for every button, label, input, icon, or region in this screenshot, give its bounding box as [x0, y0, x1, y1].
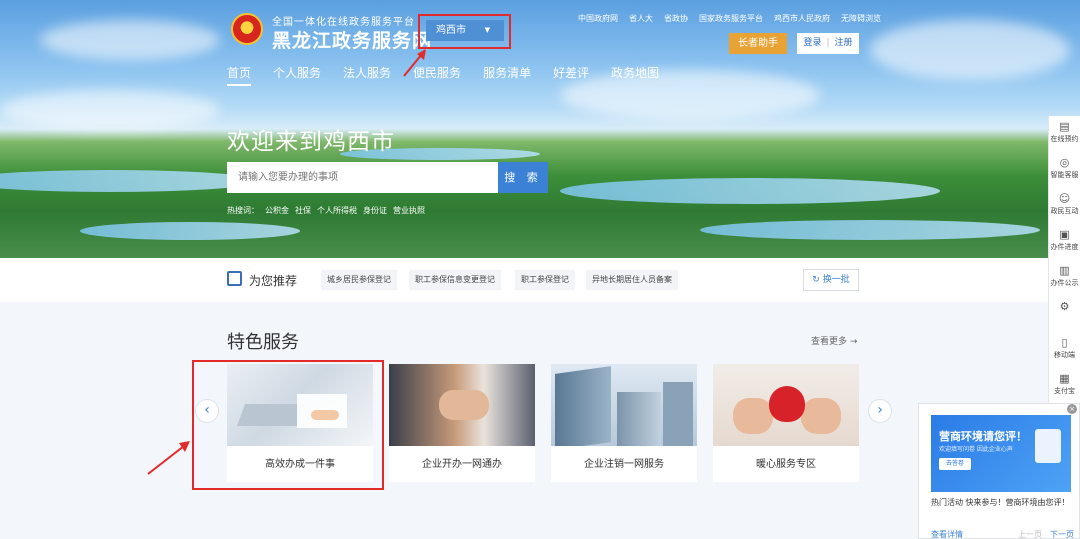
clipboard-icon	[1035, 429, 1061, 463]
top-links: 中国政府网 省人大 省政协 国家政务服务平台 鸡西市人民政府 无障碍浏览	[578, 13, 892, 24]
river	[560, 178, 940, 204]
river	[0, 170, 260, 192]
hot-word[interactable]: 营业执照	[393, 206, 425, 215]
nav-item-home[interactable]: 首页	[227, 66, 252, 86]
search-doc-icon: ▣	[1059, 228, 1070, 241]
nav-item-map[interactable]: 政务地图	[611, 66, 659, 80]
card-label: 暖心服务专区	[756, 459, 816, 470]
view-more-link[interactable]: 查看更多 →	[811, 334, 857, 347]
elder-assistant-button[interactable]: 长者助手	[729, 33, 787, 54]
sidebar-item-tool[interactable]: ⚙	[1049, 296, 1080, 332]
recommend-tag[interactable]: 异地长期居住人员备案	[586, 270, 678, 290]
nav-item-personal[interactable]: 个人服务	[273, 66, 321, 80]
top-link[interactable]: 中国政府网	[578, 14, 618, 23]
card-image	[713, 364, 859, 446]
popup-text: 热门活动 快来参与！营商环境由您评！	[931, 498, 1070, 507]
top-link[interactable]: 省政协	[664, 14, 688, 23]
highlight-box-card	[192, 360, 384, 490]
sidebar-item-support[interactable]: ◎ 智能客服	[1049, 152, 1080, 188]
phone-icon: ▯	[1061, 336, 1068, 349]
refresh-label: 换一批	[822, 275, 850, 285]
briefcase-icon: ▥	[1059, 264, 1070, 277]
register-link[interactable]: 注册	[835, 38, 853, 48]
highlight-box-city	[418, 14, 511, 49]
nav-item-service-list[interactable]: 服务清单	[483, 66, 531, 80]
national-emblem-icon	[231, 13, 263, 45]
close-icon[interactable]: ×	[1067, 404, 1077, 414]
popup-banner-title: 营商环境请您评！	[939, 430, 1027, 443]
river	[700, 220, 1040, 240]
cloud	[870, 20, 1070, 80]
service-card[interactable]: 暖心服务专区	[713, 364, 859, 482]
hero-banner	[0, 0, 1080, 258]
hot-label: 热搜词：	[227, 206, 259, 215]
main-nav: 首页 个人服务 法人服务 便民服务 服务清单 好差评 政务地图	[227, 64, 681, 86]
hot-word[interactable]: 社保	[295, 206, 311, 215]
divider: |	[826, 38, 830, 48]
sidebar-item-appointment[interactable]: ▤ 在线预约	[1049, 116, 1080, 152]
sidebar-item-alipay[interactable]: ▦ 支付宝	[1049, 368, 1080, 404]
recommend-icon	[227, 271, 242, 286]
card-image	[389, 364, 535, 446]
headset-icon: ◎	[1059, 156, 1070, 169]
recommend-tag[interactable]: 职工参保信息变更登记	[409, 270, 501, 290]
service-card[interactable]: 企业注销一网服务	[551, 364, 697, 482]
sidebar-item-interaction[interactable]: ☺ 政民互动	[1049, 188, 1080, 224]
hot-word[interactable]: 身份证	[363, 206, 387, 215]
nav-item-legal-person[interactable]: 法人服务	[343, 66, 391, 80]
top-link[interactable]: 无障碍浏览	[841, 14, 881, 23]
popup-banner-subtitle: 欢迎填写问卷 因此企业心声	[939, 446, 1013, 453]
popup-prev-button[interactable]: 上一页	[1018, 529, 1042, 539]
qr-code-icon: ▦	[1059, 372, 1070, 385]
chevron-right-icon[interactable]: ›	[868, 399, 892, 423]
search-input[interactable]	[227, 162, 498, 193]
top-link[interactable]: 国家政务服务平台	[699, 14, 763, 23]
popup-detail-link[interactable]: 查看详情	[931, 529, 963, 539]
popup-next-button[interactable]: 下一页	[1050, 529, 1074, 539]
top-link[interactable]: 鸡西市人民政府	[774, 14, 830, 23]
hot-searches: 热搜词： 公积金 社保 个人所得税 身份证 营业执照	[227, 205, 431, 216]
recommend-tag[interactable]: 职工参保登记	[515, 270, 575, 290]
nav-item-evaluation[interactable]: 好差评	[553, 66, 589, 80]
service-card[interactable]: 企业开办一网通办	[389, 364, 535, 482]
popup-banner[interactable]: 营商环境请您评！ 欢迎填写问卷 因此企业心声 去答卷	[931, 415, 1071, 492]
card-label: 企业注销一网服务	[584, 459, 664, 470]
card-image	[551, 364, 697, 446]
login-register-box: 登录 | 注册	[797, 33, 859, 54]
chat-icon: ☺	[1058, 192, 1071, 205]
recommend-tag[interactable]: 城乡居民参保登记	[321, 270, 397, 290]
calendar-icon: ▤	[1059, 120, 1070, 133]
hot-word[interactable]: 个人所得税	[317, 206, 357, 215]
right-sidebar: ▤ 在线预约 ◎ 智能客服 ☺ 政民互动 ▣ 办件进度 ▥ 办件公示 ⚙ ▯ 移动端 ▦ 支付…	[1048, 116, 1080, 406]
cloud	[0, 90, 220, 130]
hot-word[interactable]: 公积金	[265, 206, 289, 215]
search-button[interactable]: 搜 索	[498, 162, 548, 193]
nav-item-convenience[interactable]: 便民服务	[413, 66, 461, 80]
featured-title: 特色服务	[227, 332, 299, 353]
sidebar-item-mobile[interactable]: ▯ 移动端	[1049, 332, 1080, 368]
refresh-icon: ↻	[812, 275, 823, 285]
welcome-title: 欢迎来到鸡西市	[227, 129, 395, 155]
login-link[interactable]: 登录	[803, 38, 821, 48]
top-link[interactable]: 省人大	[629, 14, 653, 23]
river	[80, 222, 300, 240]
refresh-button[interactable]: ↻ 换一批	[803, 269, 859, 291]
card-label: 企业开办一网通办	[422, 459, 502, 470]
recommend-title: 为您推荐	[249, 274, 298, 288]
popup-banner-button[interactable]: 去答卷	[939, 458, 971, 470]
cloud	[40, 20, 220, 60]
sidebar-item-progress[interactable]: ▣ 办件进度	[1049, 224, 1080, 260]
tool-icon: ⚙	[1059, 300, 1070, 313]
annotation-arrow-icon	[147, 441, 190, 475]
sidebar-item-publicity[interactable]: ▥ 办件公示	[1049, 260, 1080, 296]
promo-popup: × 营商环境请您评！ 欢迎填写问卷 因此企业心声 去答卷 热门活动 快来参与！营…	[918, 403, 1080, 539]
